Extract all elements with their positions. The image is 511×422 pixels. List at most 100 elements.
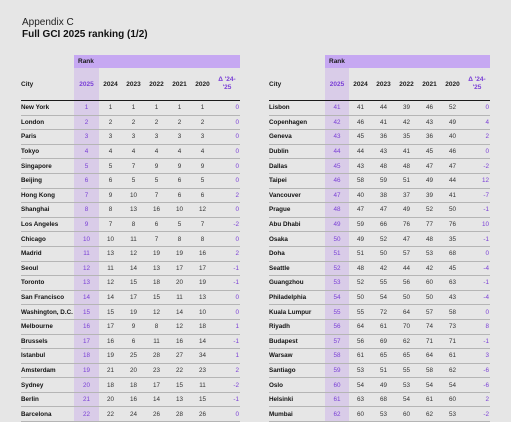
rank-2025-cell: 2	[74, 115, 99, 131]
rank-2025-cell: 15	[74, 304, 99, 320]
rank-2024-cell: 11	[99, 261, 122, 277]
rank-2020-cell: 19	[191, 275, 214, 291]
rank-2022-cell: 13	[145, 261, 168, 277]
city-cell: Toronto	[21, 275, 74, 291]
rank-2025-cell: 4	[74, 144, 99, 160]
rank-2022-cell: 57	[395, 246, 418, 262]
column-header-delta: Δ '24- '25	[214, 68, 240, 101]
table-row: Paris 3 3 3 3 3 3 0	[21, 129, 240, 145]
rank-2020-cell: 7	[191, 217, 214, 233]
rank-2021-cell: 43	[418, 115, 441, 131]
rank-2023-cell: 54	[372, 290, 395, 306]
rank-2024-cell: 16	[99, 334, 122, 350]
column-header-2024: 2024	[103, 80, 118, 88]
rank-2020-cell: 53	[441, 406, 464, 422]
rank-change-cell: -4	[464, 290, 490, 306]
rank-change-cell: -2	[464, 158, 490, 174]
rank-2024-cell: 19	[99, 348, 122, 364]
rank-2020-cell: 44	[441, 173, 464, 189]
rank-2020-cell: 45	[441, 261, 464, 277]
rank-change-cell: 2	[464, 129, 490, 145]
city-cell: Istanbul	[21, 348, 74, 364]
rank-2020-cell: 54	[441, 377, 464, 393]
city-cell: Tokyo	[21, 144, 74, 160]
rank-2025-cell: 1	[74, 100, 99, 116]
rank-change-cell: 0	[214, 173, 240, 189]
rank-2021-cell: 2	[168, 115, 191, 131]
rank-2023-cell: 17	[122, 290, 145, 306]
rank-2022-cell: 17	[145, 377, 168, 393]
rank-2025-cell: 60	[325, 377, 349, 393]
column-header-2020: 2020	[195, 80, 210, 88]
rank-2025-cell: 18	[74, 348, 99, 364]
rank-change-cell: -4	[464, 261, 490, 277]
rank-change-cell: -1	[464, 231, 490, 247]
column-header-row: City 2025 2024 2023 2022 2021 2020 Δ '24…	[269, 68, 490, 101]
rank-2024-cell: 1	[99, 100, 122, 116]
rank-2022-cell: 4	[145, 144, 168, 160]
rank-2023-cell: 6	[122, 334, 145, 350]
rank-2023-cell: 48	[372, 158, 395, 174]
rank-2021-cell: 14	[168, 304, 191, 320]
rank-2020-cell: 18	[191, 319, 214, 335]
rank-change-cell: 0	[214, 231, 240, 247]
rank-2025-cell: 53	[325, 275, 349, 291]
table-row: Abu Dhabi 49 59 66 76 77 76 10	[269, 217, 490, 233]
rank-2024-cell: 58	[349, 173, 372, 189]
rank-change-cell: 8	[464, 319, 490, 335]
rank-2023-cell: 2	[122, 115, 145, 131]
table-row: Amsterdam 19 21 20 23 22 23 2	[21, 363, 240, 379]
rank-2020-cell: 9	[191, 158, 214, 174]
rank-2024-cell: 54	[349, 377, 372, 393]
rank-2025-cell: 5	[74, 158, 99, 174]
rank-2025-cell: 44	[325, 144, 349, 160]
rank-2024-cell: 47	[349, 202, 372, 218]
rank-2024-cell: 17	[99, 319, 122, 335]
rank-2024-cell: 10	[99, 231, 122, 247]
rank-2021-cell: 52	[418, 202, 441, 218]
column-header-2025: 2025	[74, 68, 99, 101]
rank-change-cell: -2	[214, 217, 240, 233]
rank-2023-cell: 49	[372, 377, 395, 393]
table-row: Madrid 11 13 12 19 19 16 2	[21, 246, 240, 262]
table-row: Riyadh 56 64 61 70 74 73 8	[269, 319, 490, 335]
rank-2022-cell: 39	[395, 100, 418, 116]
rank-2021-cell: 77	[418, 217, 441, 233]
rank-2020-cell: 16	[191, 246, 214, 262]
rank-2020-cell: 4	[191, 144, 214, 160]
city-cell: Guangzhou	[269, 275, 325, 291]
table-row: Tokyo 4 4 4 4 4 4 0	[21, 144, 240, 160]
city-cell: Singapore	[21, 158, 74, 174]
rank-2023-cell: 38	[372, 188, 395, 204]
rank-2025-cell: 48	[325, 202, 349, 218]
rank-change-cell: -1	[214, 275, 240, 291]
rank-2020-cell: 6	[191, 188, 214, 204]
column-header-2023: 2023	[376, 80, 391, 88]
rank-2020-cell: 10	[191, 304, 214, 320]
city-cell: Budapest	[269, 334, 325, 350]
rank-2025-cell: 49	[325, 217, 349, 233]
rank-2021-cell: 60	[418, 275, 441, 291]
rank-2023-cell: 44	[372, 100, 395, 116]
rank-2023-cell: 66	[372, 217, 395, 233]
rank-2021-cell: 64	[418, 348, 441, 364]
city-cell: Riyadh	[269, 319, 325, 335]
rank-2025-cell: 22	[74, 406, 99, 422]
rank-2025-cell: 9	[74, 217, 99, 233]
rank-2025-cell: 62	[325, 406, 349, 422]
table-row: Budapest 57 56 69 62 71 71 -1	[269, 334, 490, 350]
rank-2020-cell: 41	[441, 188, 464, 204]
table-row: Prague 48 47 47 49 52 50 -1	[269, 202, 490, 218]
table-row: Oslo 60 54 49 53 54 54 -6	[269, 377, 490, 393]
rank-2021-cell: 47	[418, 158, 441, 174]
rank-2020-cell: 35	[441, 231, 464, 247]
rank-2020-cell: 2	[191, 115, 214, 131]
table-row: Dublin 44 44 43 41 45 46 0	[269, 144, 490, 160]
rank-change-cell: 1	[214, 319, 240, 335]
rank-2022-cell: 3	[145, 129, 168, 145]
page-title: Full GCI 2025 ranking (1/2)	[22, 29, 148, 40]
rank-2022-cell: 2	[145, 115, 168, 131]
rank-change-cell: -2	[464, 406, 490, 422]
rank-change-cell: 0	[214, 129, 240, 145]
rank-2022-cell: 62	[395, 334, 418, 350]
